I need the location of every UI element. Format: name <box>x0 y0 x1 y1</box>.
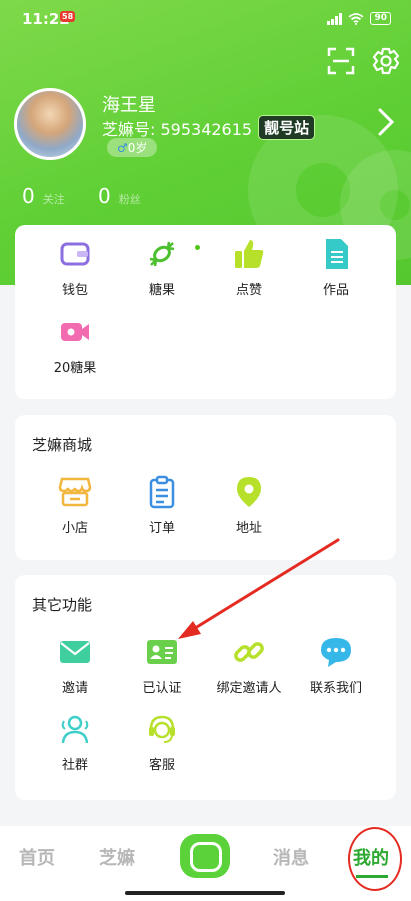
stat-following[interactable]: 0 关注 <box>22 184 65 208</box>
document-icon <box>326 239 348 269</box>
mall-card: 芝嫲商城 小店 订单 地址 <box>15 415 396 560</box>
other-item-bind-inviter[interactable]: 绑定邀请人 <box>204 635 294 696</box>
id-card-icon <box>147 640 177 664</box>
status-bar: 11:22 58 90 <box>0 0 411 40</box>
assets-item-label: 钱包 <box>61 283 88 298</box>
people-icon <box>61 715 89 744</box>
assets-item-likes[interactable]: 点赞 <box>204 237 294 298</box>
candy-icon <box>149 241 175 267</box>
tab-zhima[interactable]: 芝嫲 <box>99 844 135 870</box>
annotation-circle <box>348 827 402 891</box>
other-item-community[interactable]: 社群 <box>30 712 120 773</box>
signal-icon <box>327 12 343 25</box>
assets-item-works[interactable]: 作品 <box>291 237 381 298</box>
shop-icon <box>58 477 92 507</box>
chevron-right-icon[interactable] <box>376 107 396 137</box>
other-item-label: 社群 <box>61 758 88 773</box>
gender-age-pill: ♂0岁 <box>107 138 158 157</box>
assets-item-candy[interactable]: 糖果 <box>117 237 207 298</box>
notification-dot <box>195 245 200 250</box>
location-pin-icon <box>237 477 261 507</box>
thumbs-up-icon <box>235 240 264 268</box>
customer-service-icon <box>149 715 175 743</box>
mall-item-label: 订单 <box>148 521 175 536</box>
scan-icon[interactable] <box>326 46 356 76</box>
assets-item-label: 糖果 <box>148 283 175 298</box>
other-item-label: 已认证 <box>142 681 182 696</box>
avatar[interactable] <box>14 88 86 160</box>
clipboard-icon <box>149 475 175 509</box>
video-camera-icon <box>61 323 89 341</box>
stat-value: 0 <box>22 184 35 208</box>
nickname: 海王星 <box>102 95 156 116</box>
other-item-label: 客服 <box>148 758 175 773</box>
other-item-invite[interactable]: 邀请 <box>30 635 120 696</box>
vip-number-tag[interactable]: 靓号站 <box>258 115 316 140</box>
stat-label: 关注 <box>42 193 65 206</box>
mail-icon <box>60 641 90 663</box>
age: 0岁 <box>127 141 148 155</box>
other-item-customer-service[interactable]: 客服 <box>117 712 207 773</box>
home-indicator <box>125 891 285 895</box>
stat-value: 0 <box>98 184 111 208</box>
wifi-icon <box>348 12 365 25</box>
other-functions-card: 其它功能 邀请 已认证 绑定邀请人 联系我们 社群 客服 <box>15 575 396 800</box>
assets-item-wallet[interactable]: 钱包 <box>30 237 120 298</box>
assets-card: 钱包 糖果 点赞 作品 20糖果 <box>15 225 396 399</box>
mall-item-label: 地址 <box>235 521 262 536</box>
section-title: 其它功能 <box>32 596 93 614</box>
link-icon <box>234 642 264 662</box>
tab-messages[interactable]: 消息 <box>273 844 309 870</box>
status-icons: 90 <box>327 12 391 25</box>
other-item-contact-us[interactable]: 联系我们 <box>291 635 381 696</box>
user-id-line: 芝嫲号: 595342615 靓号站 <box>102 115 316 140</box>
mall-item-orders[interactable]: 订单 <box>117 475 207 536</box>
user-id: 芝嫲号: 595342615 <box>102 119 253 139</box>
wallet-icon <box>60 242 90 266</box>
stat-followers[interactable]: 0 粉丝 <box>98 184 141 208</box>
other-item-label: 联系我们 <box>309 681 362 696</box>
battery-icon: 90 <box>370 12 391 25</box>
assets-item-candy-reward[interactable]: 20糖果 <box>30 315 120 376</box>
assets-item-label: 20糖果 <box>53 361 97 376</box>
notification-badge: 58 <box>60 11 76 22</box>
mall-item-label: 小店 <box>61 521 88 536</box>
section-title: 芝嫲商城 <box>32 436 93 454</box>
mall-item-shop[interactable]: 小店 <box>30 475 120 536</box>
mall-item-address[interactable]: 地址 <box>204 475 294 536</box>
assets-item-label: 点赞 <box>235 283 262 298</box>
assets-item-label: 作品 <box>322 283 349 298</box>
chat-bubble-icon <box>321 638 351 667</box>
other-item-label: 绑定邀请人 <box>216 681 282 696</box>
settings-gear-icon[interactable] <box>371 46 401 76</box>
male-icon: ♂ <box>117 141 128 155</box>
tab-home[interactable]: 首页 <box>19 844 55 870</box>
other-item-verified[interactable]: 已认证 <box>117 635 207 696</box>
stat-label: 粉丝 <box>118 193 141 206</box>
center-action-button[interactable] <box>180 834 230 878</box>
other-item-label: 邀请 <box>61 681 88 696</box>
